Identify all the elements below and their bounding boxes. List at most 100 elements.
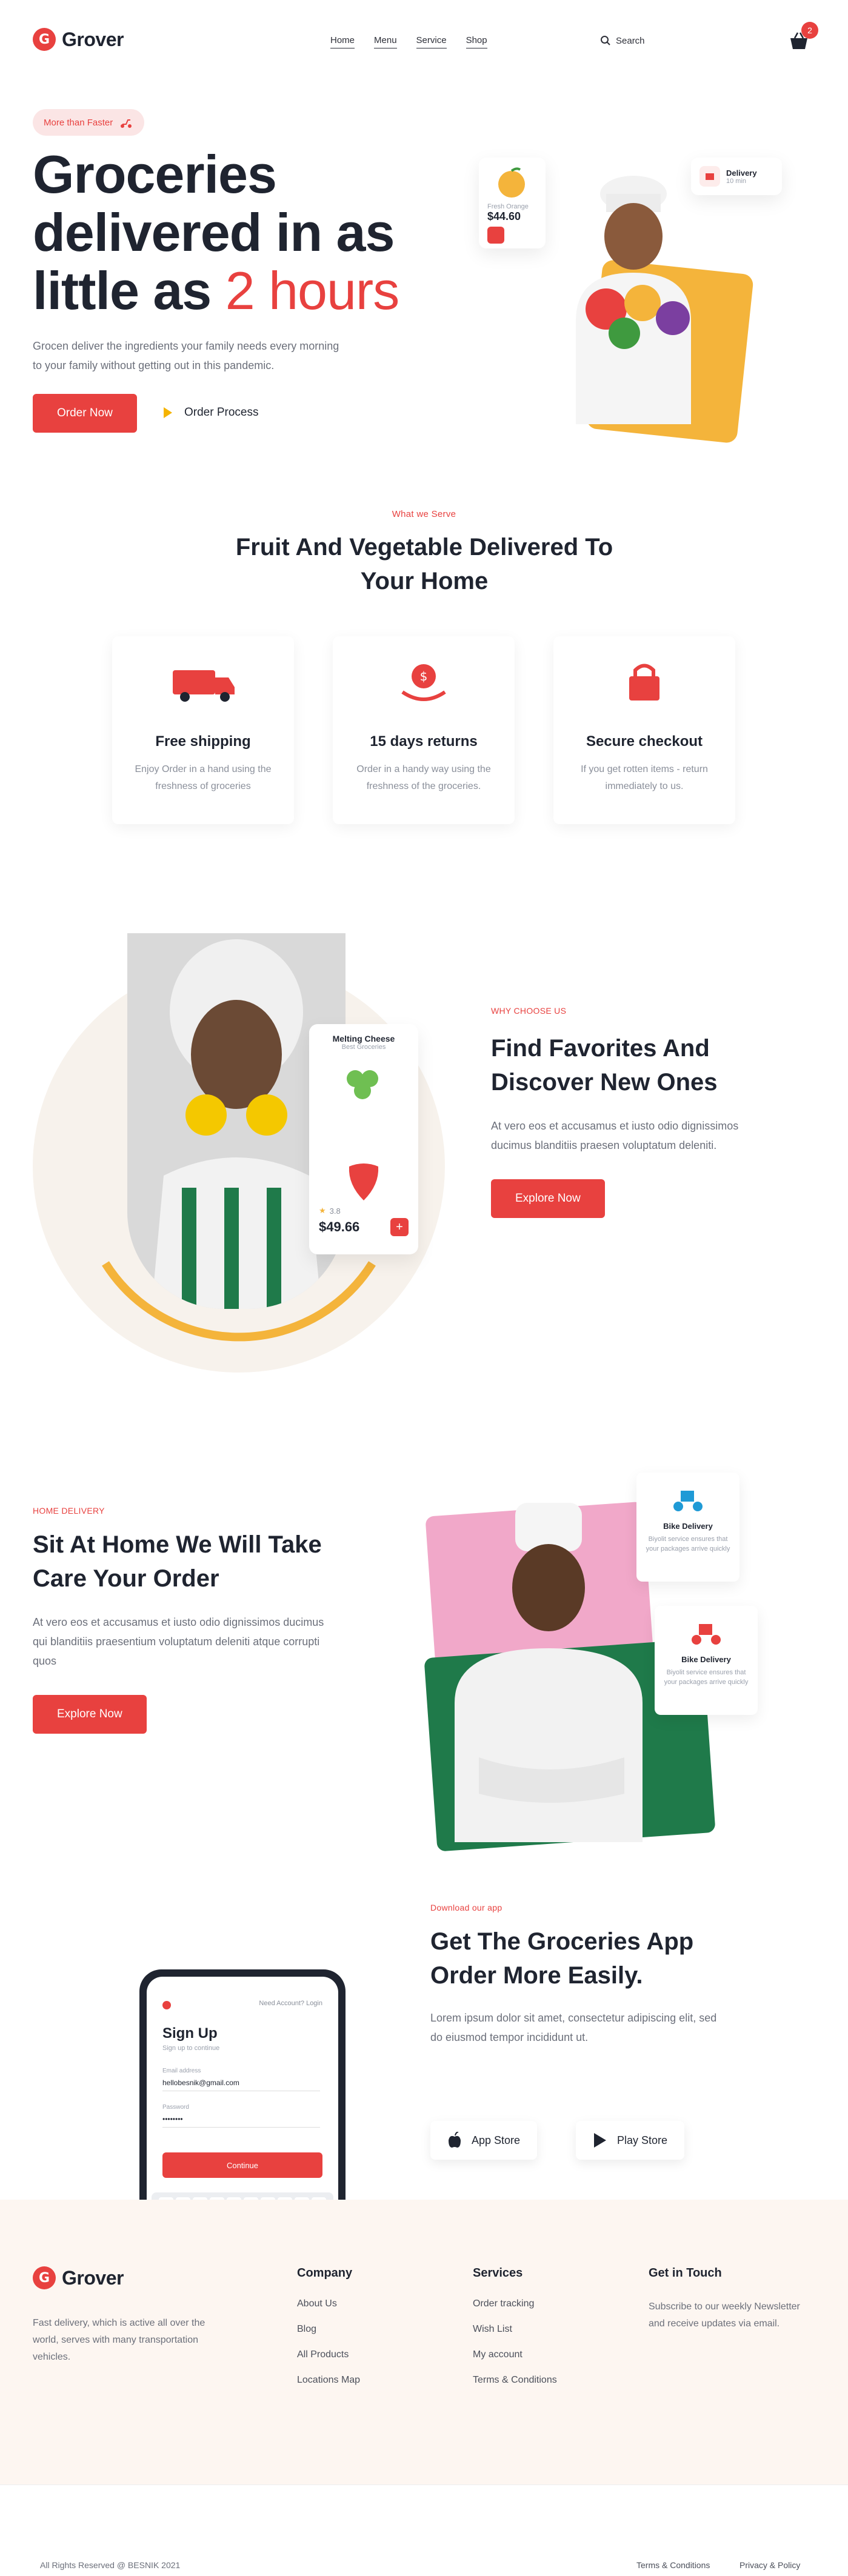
phone-email-field[interactable]: hellobesnik@gmail.com [162,2078,320,2091]
home-eyebrow: HOME DELIVERY [33,1506,105,1516]
app-description: Lorem ipsum dolor sit amet, consectetur … [430,2012,717,2043]
play-store-label: Play Store [617,2134,668,2146]
serve-eyebrow: What we Serve [392,509,456,519]
serve-title: Fruit And Vegetable Delivered To Your Ho… [235,534,613,594]
motorbike-delivery-icon [692,1624,721,1645]
play-store-button[interactable]: Play Store [576,2121,685,2160]
bike-delivery-card-1: Bike Delivery Biyolit service ensures th… [636,1473,739,1582]
star-icon: ★ [319,1206,326,1215]
grapes-icon [347,1070,378,1099]
nav-links: Home Menu Service Shop [330,35,487,48]
card-product-price: $44.60 [487,210,521,222]
footer-link-tracking[interactable]: Order tracking [473,2298,557,2309]
bike-delivery-title-2: Bike Delivery [681,1655,731,1664]
footer-contact-col: Get in Touch Subscribe to our weekly New… [649,2266,806,2332]
phone-password-field[interactable]: •••••••• [162,2115,320,2128]
feature-card-returns: $ 15 days returns Order in a handy way u… [333,636,515,824]
footer-brand-name: Grover [62,2266,124,2289]
orange-icon [498,167,525,198]
chef-image [455,1503,643,1842]
svg-text:$: $ [420,669,428,684]
app-eyebrow: Download our app [430,1903,502,1912]
home-delivery-section: HOME DELIVERY Sit At Home We Will Take C… [0,1406,848,1879]
nav-link-service[interactable]: Service [416,35,447,48]
phone-continue-button[interactable]: Continue [162,2152,322,2178]
footer-link-terms[interactable]: Terms & Conditions [473,2375,557,2386]
home-delivery-text: HOME DELIVERY Sit At Home We Will Take C… [33,1506,396,1734]
favorites-section: Melting Cheese Best Groceries ★ 3.8 $49.… [0,933,848,1406]
product-card-subtitle: Best Groceries [341,1043,386,1051]
logo-mark-icon: G [33,28,56,51]
feature-title-returns: 15 days returns [370,733,478,750]
search-icon [601,36,610,45]
add-product-button[interactable]: + [390,1218,409,1236]
secure-checkout-icon [568,653,721,711]
feature-desc-returns: Order in a handy way using the freshness… [356,764,491,791]
feature-title-shipping: Free shipping [155,733,251,750]
hero-title: Groceries delivered in as little as 2 ho… [33,145,409,320]
feature-card-shipping: Free shipping Enjoy Order in a hand usin… [112,636,294,824]
hero-title-accent: 2 hours [225,261,400,321]
phone-subtitle: Sign up to continue [162,2045,220,2052]
favorites-eyebrow: WHY CHOOSE US [491,1006,567,1016]
chef-with-vegetables-image [576,176,691,424]
footer-link-wishlist[interactable]: Wish List [473,2324,557,2335]
product-card-title: Melting Cheese [332,1034,395,1043]
footer: G Grover Fast delivery, which is active … [0,2200,848,2484]
terms-link[interactable]: Terms & Conditions [636,2560,710,2570]
search-label: Search [616,35,645,46]
footer-link-blog[interactable]: Blog [297,2324,360,2335]
brand-logo[interactable]: G Grover [33,28,124,51]
feature-card-checkout: Secure checkout If you get rotten items … [553,636,735,824]
footer-logo[interactable]: G Grover [33,2266,124,2289]
favorites-explore-button[interactable]: Explore Now [491,1179,605,1218]
add-to-cart-icon[interactable] [487,227,504,244]
hero-pill: More than Faster [33,109,145,136]
copyright-text: All Rights Reserved @ BESNIK 2021 [40,2560,181,2570]
order-now-button[interactable]: Order Now [33,394,137,433]
product-price: $49.66 [319,1219,360,1234]
favorites-description: At vero eos et accusamus et iusto odio d… [491,1120,739,1151]
product-rating-value: 3.8 [329,1206,341,1216]
home-explore-button[interactable]: Explore Now [33,1695,147,1734]
fresh-orange-card[interactable]: Fresh Orange $44.60 [479,158,546,248]
search-button[interactable]: Search [600,35,645,46]
app-store-label: App Store [472,2134,521,2146]
cart-button[interactable]: 2 [788,22,818,55]
privacy-link[interactable]: Privacy & Policy [739,2560,800,2570]
hero-section: More than Faster Groceries delivered in … [0,85,848,473]
serve-section: What we Serve Fruit And Vegetable Delive… [0,473,848,933]
app-store-button[interactable]: App Store [430,2121,538,2160]
play-icon [164,407,172,418]
footer-logo-mark-icon: G [33,2266,56,2289]
footer-link-account[interactable]: My account [473,2349,557,2360]
hero-illustration: Fresh Orange $44.60 Delivery 10 min [479,145,818,473]
bottom-bar: All Rights Reserved @ BESNIK 2021 Terms … [0,2484,848,2576]
delivery-box-icon [699,166,720,187]
favorites-title: Find Favorites And Discover New Ones [491,1035,718,1096]
app-title: Get The Groceries App Order More Easily. [430,1928,694,1989]
returns-icon: $ [347,653,500,711]
play-store-icon [594,2133,606,2148]
home-description: At vero eos et accusamus et iusto odio d… [33,1616,324,1667]
product-card-melting-cheese[interactable]: Melting Cheese Best Groceries ★ 3.8 $49.… [309,1024,418,1254]
footer-link-locations[interactable]: Locations Map [297,2375,360,2386]
cart-count-badge: 2 [801,22,818,39]
favorites-text: WHY CHOOSE US Find Favorites And Discove… [491,1006,770,1218]
nav-link-home[interactable]: Home [330,35,355,48]
phone-login-link[interactable]: Need Account? Login [259,2000,322,2007]
hero-description: Grocen deliver the ingredients your fami… [33,340,339,371]
product-rating: ★ 3.8 [319,1206,409,1216]
footer-link-products[interactable]: All Products [297,2349,360,2360]
footer-link-about[interactable]: About Us [297,2298,360,2309]
bike-delivery-title-1: Bike Delivery [663,1522,713,1531]
scooter-delivery-icon [673,1491,703,1511]
bike-delivery-desc-2: Biyolit service ensures that your packag… [664,1669,749,1686]
bike-delivery-desc-1: Biyolit service ensures that your packag… [646,1536,730,1553]
nav-link-shop[interactable]: Shop [466,35,487,48]
top-nav: G Grover Home Menu Service Shop Search 2 [0,0,848,85]
order-process-link[interactable]: Order Process [164,406,258,419]
feature-title-checkout: Secure checkout [586,733,703,750]
bike-delivery-card-2: Bike Delivery Biyolit service ensures th… [655,1606,758,1715]
nav-link-menu[interactable]: Menu [374,35,397,48]
